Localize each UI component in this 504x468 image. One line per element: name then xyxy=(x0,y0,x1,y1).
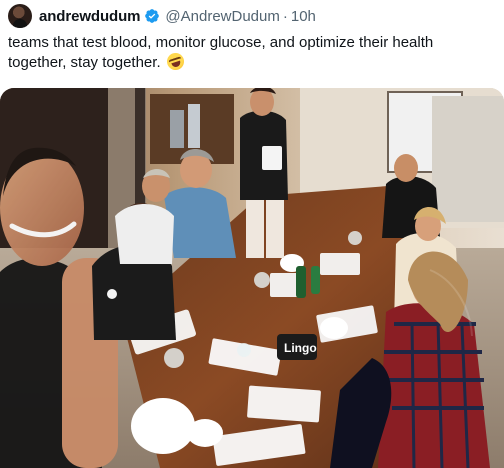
tweet-photo[interactable]: Lingo xyxy=(0,88,504,468)
tweet-card: andrewdudum @AndrewDudum · 10h teams tha… xyxy=(0,0,504,468)
rolling-on-floor-laughing-emoji-icon xyxy=(164,50,186,73)
handle[interactable]: @AndrewDudum xyxy=(165,8,279,25)
tweet-header: andrewdudum @AndrewDudum · 10h xyxy=(8,4,316,28)
timestamp[interactable]: 10h xyxy=(291,8,316,25)
display-name[interactable]: andrewdudum xyxy=(39,8,141,25)
separator: · xyxy=(282,7,288,25)
tweet-text-body: teams that test blood, monitor glucose, … xyxy=(8,34,434,71)
avatar[interactable] xyxy=(8,4,32,28)
verified-badge-icon xyxy=(145,9,160,23)
group-dinner-photo: Lingo xyxy=(0,88,504,468)
lingo-card-label: Lingo xyxy=(284,341,317,355)
tweet-text: teams that test blood, monitor glucose, … xyxy=(8,33,488,73)
